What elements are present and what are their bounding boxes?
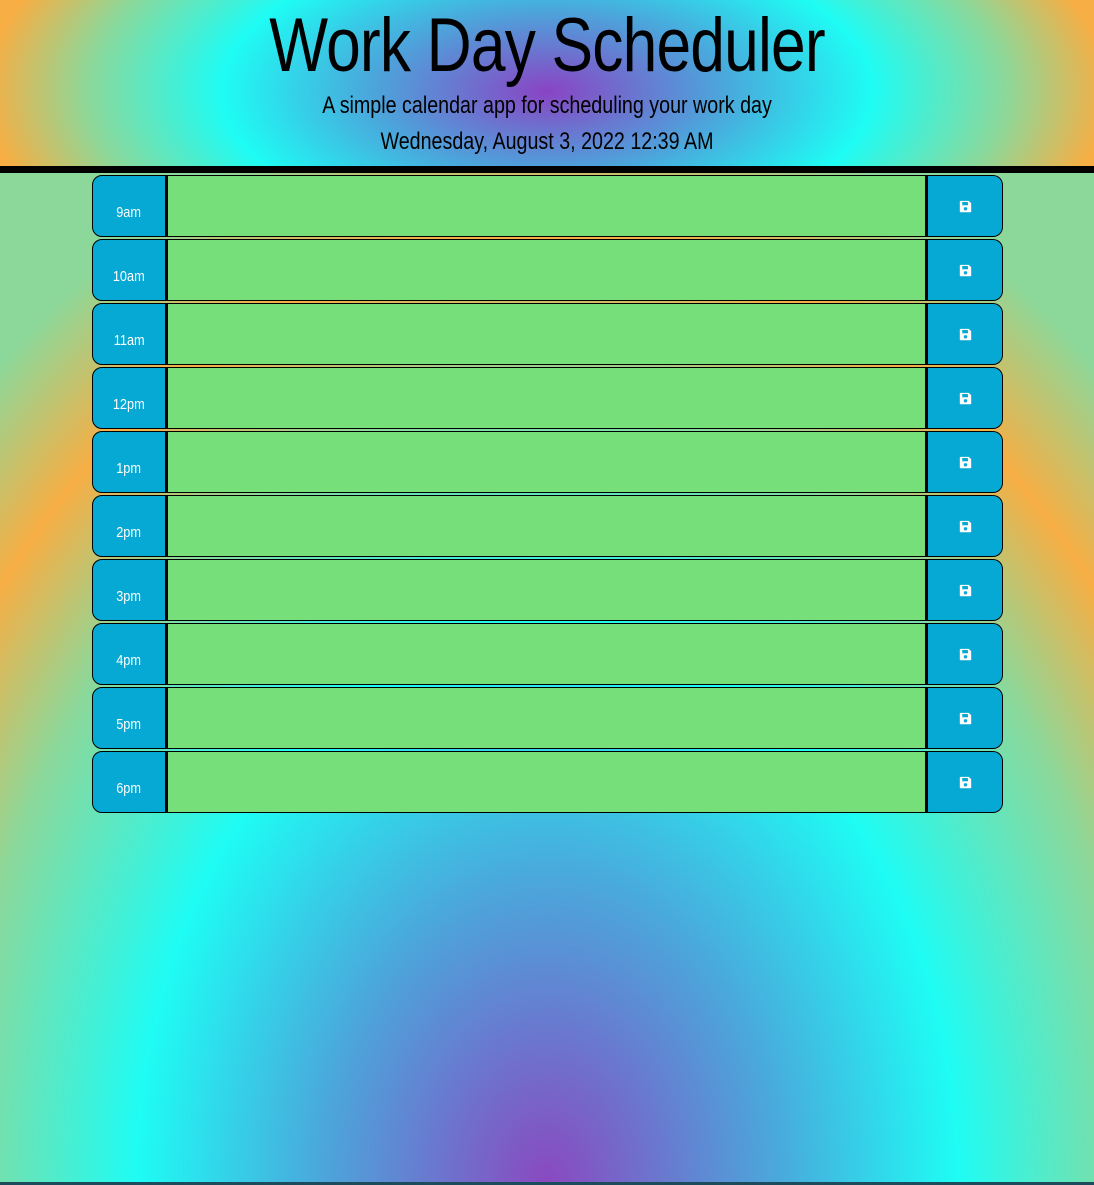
hour-label: 3pm <box>92 559 166 621</box>
time-block-row: 5pm <box>92 687 1003 749</box>
save-button[interactable] <box>926 687 1003 749</box>
event-description-input[interactable] <box>166 239 926 301</box>
hour-label: 10am <box>92 239 166 301</box>
time-block-row: 3pm <box>92 559 1003 621</box>
floppy-disk-icon <box>959 200 971 213</box>
save-button[interactable] <box>926 559 1003 621</box>
event-description-input[interactable] <box>166 623 926 685</box>
time-block-row: 10am <box>92 239 1003 301</box>
time-block-list: 9am 10am 11am 12pm 1pm 2pm 3pm 4pm 5pm 6pm <box>92 175 1003 815</box>
floppy-disk-icon <box>959 776 971 789</box>
event-description-input[interactable] <box>166 431 926 493</box>
event-description-input[interactable] <box>166 367 926 429</box>
save-button[interactable] <box>926 239 1003 301</box>
hour-label-text: 2pm <box>116 524 142 541</box>
floppy-disk-icon <box>959 584 971 597</box>
event-description-input[interactable] <box>166 175 926 237</box>
hour-label: 12pm <box>92 367 166 429</box>
floppy-disk-icon <box>959 712 971 725</box>
save-button[interactable] <box>926 303 1003 365</box>
time-block-row: 9am <box>92 175 1003 237</box>
hour-label-text: 11am <box>113 332 145 349</box>
hour-label-text: 3pm <box>116 588 142 605</box>
save-button[interactable] <box>926 623 1003 685</box>
time-block-row: 4pm <box>92 623 1003 685</box>
time-block-row: 2pm <box>92 495 1003 557</box>
event-description-input[interactable] <box>166 687 926 749</box>
hour-label: 6pm <box>92 751 166 813</box>
hour-label: 5pm <box>92 687 166 749</box>
current-day: Wednesday, August 3, 2022 12:39 AM <box>380 128 714 155</box>
event-description-input[interactable] <box>166 495 926 557</box>
time-block-row: 12pm <box>92 367 1003 429</box>
event-description-input[interactable] <box>166 559 926 621</box>
hour-label: 9am <box>92 175 166 237</box>
save-button[interactable] <box>926 431 1003 493</box>
hour-label-text: 5pm <box>116 716 142 733</box>
save-button[interactable] <box>926 495 1003 557</box>
hour-label-text: 10am <box>113 268 145 285</box>
time-block-row: 6pm <box>92 751 1003 813</box>
header: Work Day Scheduler A simple calendar app… <box>0 0 1094 173</box>
save-button[interactable] <box>926 751 1003 813</box>
save-button[interactable] <box>926 175 1003 237</box>
hour-label-text: 1pm <box>116 460 142 477</box>
hour-label-text: 9am <box>116 204 142 221</box>
floppy-disk-icon <box>959 264 971 277</box>
time-block-row: 11am <box>92 303 1003 365</box>
hour-label: 4pm <box>92 623 166 685</box>
floppy-disk-icon <box>959 648 971 661</box>
hour-label: 1pm <box>92 431 166 493</box>
event-description-input[interactable] <box>166 303 926 365</box>
hour-label: 2pm <box>92 495 166 557</box>
floppy-disk-icon <box>959 328 971 341</box>
save-button[interactable] <box>926 367 1003 429</box>
floppy-disk-icon <box>959 456 971 469</box>
page-subtitle: A simple calendar app for scheduling you… <box>322 92 772 119</box>
floppy-disk-icon <box>959 392 971 405</box>
event-description-input[interactable] <box>166 751 926 813</box>
hour-label-text: 4pm <box>116 652 142 669</box>
hour-label: 11am <box>92 303 166 365</box>
floppy-disk-icon <box>959 520 971 533</box>
hour-label-text: 12pm <box>113 396 145 413</box>
time-block-row: 1pm <box>92 431 1003 493</box>
page-title: Work Day Scheduler <box>269 3 825 88</box>
hour-label-text: 6pm <box>116 780 142 797</box>
